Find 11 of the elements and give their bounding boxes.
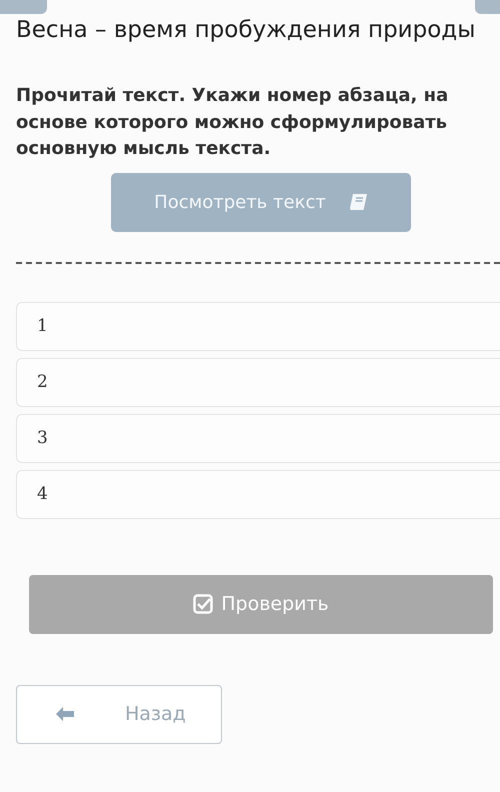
top-button[interactable] bbox=[475, 0, 500, 14]
book-icon bbox=[348, 193, 368, 211]
answer-option[interactable]: 2 bbox=[16, 358, 500, 406]
checkbox-icon bbox=[193, 594, 214, 614]
arrow-left-icon bbox=[55, 706, 75, 722]
question-text: Прочитай текст. Укажи номер абзаца, на основе которого можно сформулировать основную мысль текста. bbox=[16, 84, 450, 161]
top-button[interactable] bbox=[0, 0, 47, 14]
answer-option[interactable]: 3 bbox=[16, 414, 500, 462]
lesson-title: Весна – время пробуждения природы bbox=[15, 16, 476, 45]
answer-option[interactable]: 4 bbox=[16, 470, 500, 518]
answer-option[interactable]: 1 bbox=[16, 302, 500, 350]
